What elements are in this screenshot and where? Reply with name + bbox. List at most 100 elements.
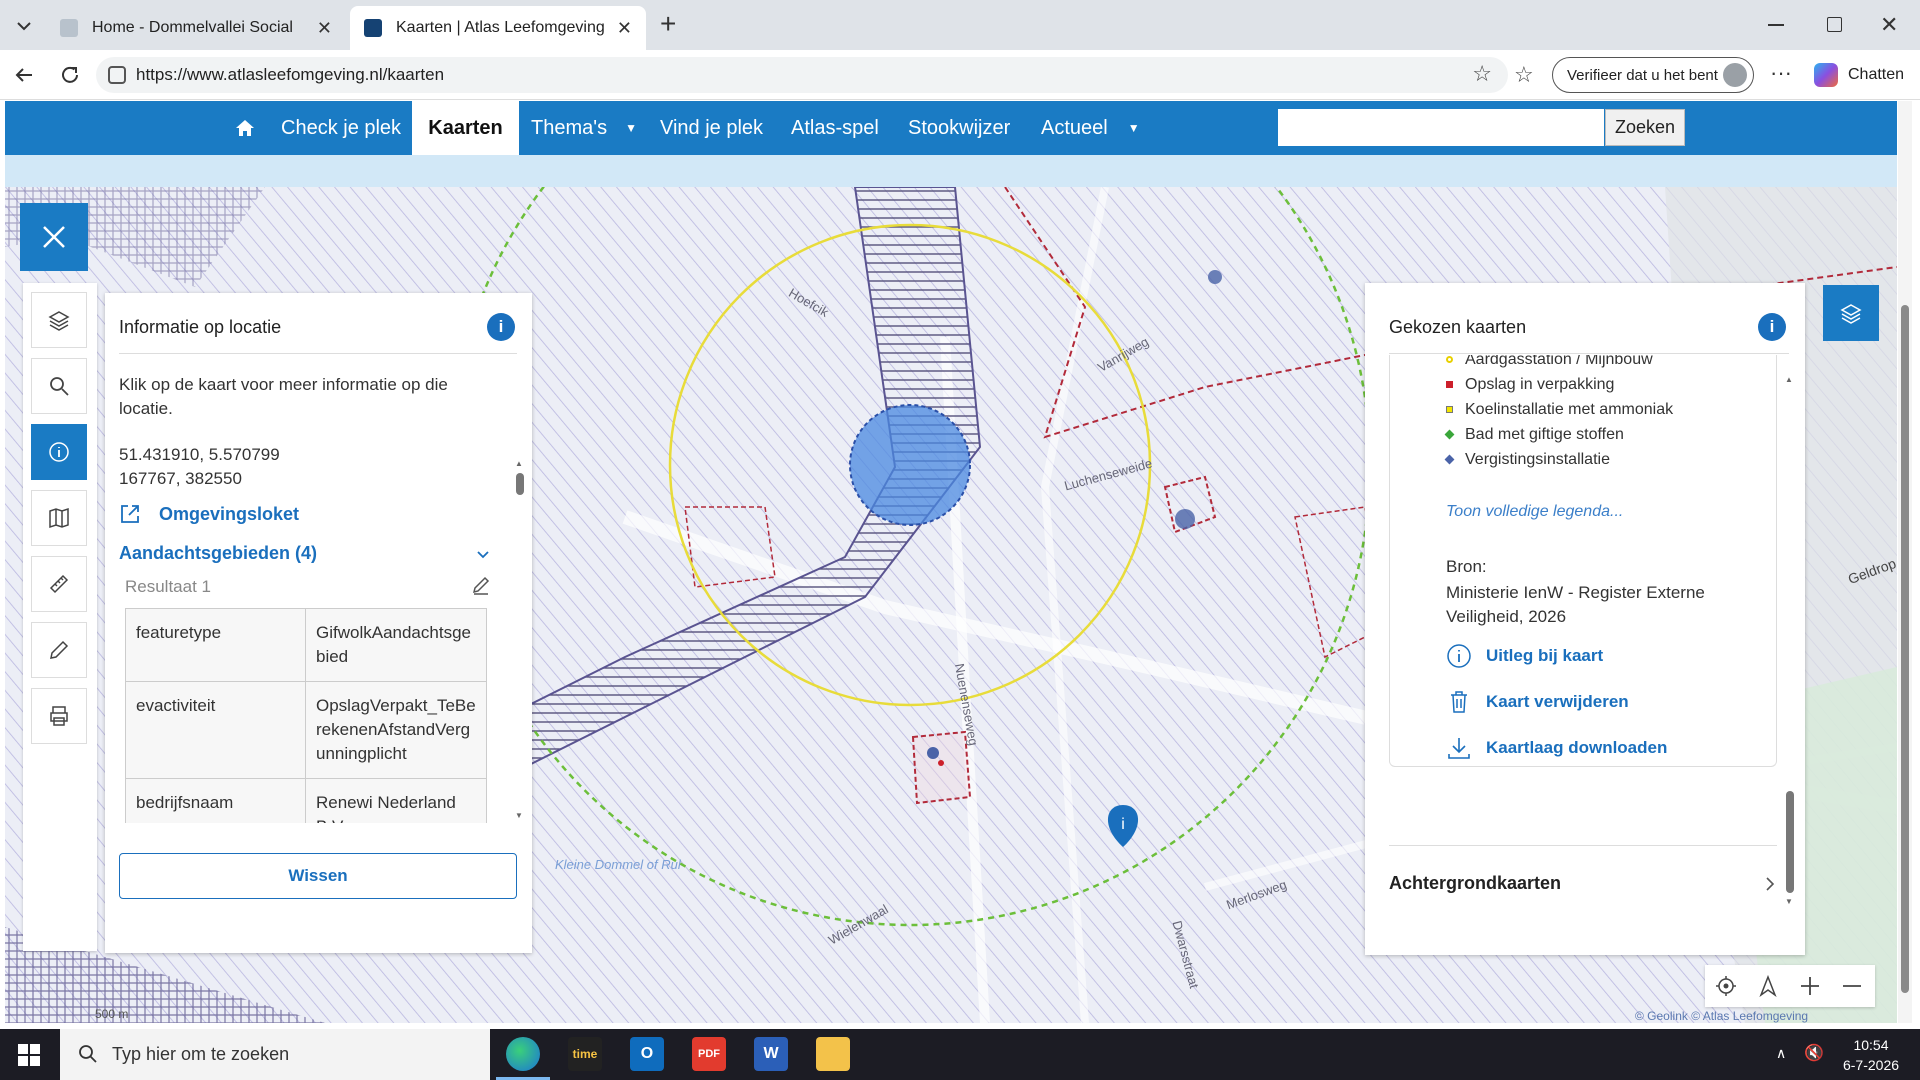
aandachtsgebieden-toggle[interactable]: Aandachtsgebieden (4) bbox=[119, 543, 491, 564]
nav-atlas-spel[interactable]: Atlas-spel bbox=[791, 101, 879, 155]
legend-link[interactable]: Toon volledige legenda... bbox=[1446, 503, 1623, 521]
site-boundary bbox=[911, 730, 972, 805]
back-arrow-icon[interactable] bbox=[12, 63, 36, 87]
page-scrollbar[interactable] bbox=[1898, 101, 1912, 1023]
clock[interactable]: 10:54 6-7-2026 bbox=[1838, 1035, 1904, 1075]
verify-identity-button[interactable]: Verifieer dat u het bent bbox=[1552, 57, 1754, 93]
nav-actueel[interactable]: Actueel ▼ bbox=[1041, 101, 1140, 155]
tab-atlas[interactable]: Kaarten | Atlas Leefomgeving ✕ bbox=[350, 6, 646, 50]
chevron-right-icon bbox=[1766, 876, 1775, 891]
scrollbar-down-icon[interactable]: ▼ bbox=[1785, 897, 1793, 906]
close-icon[interactable]: ✕ bbox=[617, 18, 632, 39]
tab-dommelvallei[interactable]: Home - Dommelvallei Social ✕ bbox=[46, 6, 346, 50]
window-close-icon[interactable]: ✕ bbox=[1880, 12, 1898, 38]
clear-label: Wissen bbox=[288, 866, 348, 885]
zoom-in-button[interactable] bbox=[1789, 965, 1831, 1007]
legend-label: Vergistingsinstallatie bbox=[1465, 450, 1610, 468]
legend-label: Opslag in verpakking bbox=[1465, 375, 1615, 393]
close-panel-button[interactable] bbox=[20, 203, 88, 271]
remove-map-link[interactable]: Kaart verwijderen bbox=[1446, 687, 1629, 717]
download-layer-link[interactable]: Kaartlaag downloaden bbox=[1446, 733, 1667, 763]
close-icon[interactable]: ✕ bbox=[317, 18, 332, 39]
home-icon[interactable] bbox=[235, 118, 255, 138]
maximize-icon[interactable] bbox=[1827, 17, 1842, 32]
favorite-star-icon[interactable]: ☆ bbox=[1472, 61, 1492, 87]
minimize-icon[interactable] bbox=[1768, 24, 1784, 26]
outlook-icon[interactable]: O bbox=[630, 1037, 664, 1071]
search-map-button[interactable] bbox=[31, 358, 87, 414]
tab-list-chevron-icon[interactable] bbox=[12, 14, 36, 38]
search-button[interactable]: Zoeken bbox=[1605, 109, 1685, 146]
download-icon bbox=[1448, 738, 1470, 759]
panel-info-icon[interactable]: i bbox=[1758, 313, 1786, 341]
nav-stookwijzer[interactable]: Stookwijzer bbox=[908, 101, 1010, 155]
edge-browser-icon[interactable] bbox=[506, 1037, 540, 1071]
taskbar-search-placeholder: Typ hier om te zoeken bbox=[112, 1044, 290, 1064]
opslag-marker-icon[interactable] bbox=[938, 760, 944, 766]
url-field[interactable]: https://www.atlasleefomgeving.nl/kaarten… bbox=[96, 57, 1508, 93]
volume-muted-icon[interactable]: 🔇 bbox=[1804, 1043, 1824, 1063]
omgevingsloket-link[interactable]: Omgevingsloket bbox=[119, 503, 299, 525]
file-explorer-icon[interactable] bbox=[816, 1037, 850, 1071]
copilot-chat-button[interactable]: Chatten bbox=[1814, 63, 1904, 87]
scroll-area[interactable]: Klik op de kaart voor meer informatie op… bbox=[119, 363, 519, 823]
locate-button[interactable] bbox=[1705, 965, 1747, 1007]
clear-button[interactable]: Wissen bbox=[119, 853, 517, 899]
new-tab-plus-icon[interactable]: + bbox=[660, 10, 676, 38]
pdf-icon[interactable]: PDF bbox=[692, 1037, 726, 1071]
draw-button[interactable] bbox=[31, 622, 87, 678]
scrollbar-up-icon[interactable]: ▲ bbox=[1785, 375, 1793, 384]
info-tool-button[interactable] bbox=[31, 424, 87, 480]
action-label: Uitleg bij kaart bbox=[1486, 646, 1604, 665]
table-value: GifwolkAandachtsgebied bbox=[305, 608, 487, 682]
map-book-button[interactable] bbox=[31, 490, 87, 546]
close-icon bbox=[43, 226, 65, 248]
coords-wgs: 51.431910, 5.570799 bbox=[119, 445, 280, 464]
zoom-out-button[interactable] bbox=[1831, 965, 1873, 1007]
external-link-icon bbox=[121, 505, 139, 523]
reload-icon[interactable] bbox=[58, 63, 82, 87]
legend-swatch bbox=[1446, 356, 1453, 363]
explain-map-link[interactable]: Uitleg bij kaart bbox=[1446, 641, 1603, 671]
chat-label: Chatten bbox=[1848, 66, 1905, 83]
layers-button[interactable] bbox=[31, 292, 87, 348]
nav-themas[interactable]: Thema's ▼ bbox=[531, 101, 637, 155]
north-button[interactable] bbox=[1747, 965, 1789, 1007]
scrollbar-thumb[interactable] bbox=[1786, 791, 1794, 893]
windows-start-icon[interactable] bbox=[18, 1044, 40, 1066]
tray-chevron-icon[interactable]: ∧ bbox=[1776, 1045, 1786, 1062]
nav-vind-je-plek[interactable]: Vind je plek bbox=[660, 101, 763, 155]
action-label: Kaartlaag downloaden bbox=[1486, 738, 1668, 757]
background-maps-row[interactable]: Achtergrondkaarten bbox=[1389, 873, 1777, 894]
nav-kaarten[interactable]: Kaarten bbox=[412, 101, 519, 155]
crosshair-icon bbox=[1716, 976, 1736, 996]
scrollbar-up-icon[interactable]: ▲ bbox=[515, 459, 523, 468]
vergisting-marker-icon[interactable] bbox=[927, 747, 939, 759]
divider bbox=[119, 353, 517, 354]
time-app-icon[interactable]: time bbox=[568, 1037, 602, 1071]
scrollbar-down-icon[interactable]: ▼ bbox=[515, 811, 523, 820]
legend-label: Aardgasstation / Mijnbouw bbox=[1465, 355, 1653, 368]
table-key: evactiviteit bbox=[125, 681, 306, 779]
map-canvas[interactable]: i Vanrijweg Luchenseweide Hoefcik Nuenen… bbox=[5, 187, 1897, 1023]
print-button[interactable] bbox=[31, 688, 87, 744]
more-options-icon[interactable]: ··· bbox=[1770, 60, 1792, 86]
svg-text:i: i bbox=[1121, 816, 1125, 833]
vergisting-marker-icon[interactable] bbox=[1208, 270, 1222, 284]
panel-title: Informatie op locatie bbox=[119, 317, 282, 337]
nav-check-je-plek[interactable]: Check je plek bbox=[281, 101, 401, 155]
edit-pencil-icon[interactable] bbox=[471, 575, 491, 595]
scrollbar-thumb[interactable] bbox=[516, 473, 524, 495]
attribution[interactable]: © Geolink © Atlas Leefomgeving bbox=[1635, 1009, 1808, 1023]
scrollbar-thumb[interactable] bbox=[1901, 305, 1909, 993]
panel-info-icon[interactable]: i bbox=[487, 313, 515, 341]
taskbar-search-box[interactable]: Typ hier om te zoeken bbox=[60, 1029, 490, 1080]
measure-button[interactable] bbox=[31, 556, 87, 612]
legend-list: Aardgasstation / Mijnbouw Opslag in verp… bbox=[1444, 355, 1766, 472]
vergisting-marker-icon[interactable] bbox=[1175, 509, 1195, 529]
site-search-input[interactable] bbox=[1278, 109, 1604, 146]
word-icon[interactable]: W bbox=[754, 1037, 788, 1071]
chosen-maps-toggle-button[interactable] bbox=[1823, 285, 1879, 341]
favorites-list-icon[interactable]: ☆ bbox=[1514, 62, 1534, 88]
site-info-icon[interactable] bbox=[108, 66, 126, 84]
